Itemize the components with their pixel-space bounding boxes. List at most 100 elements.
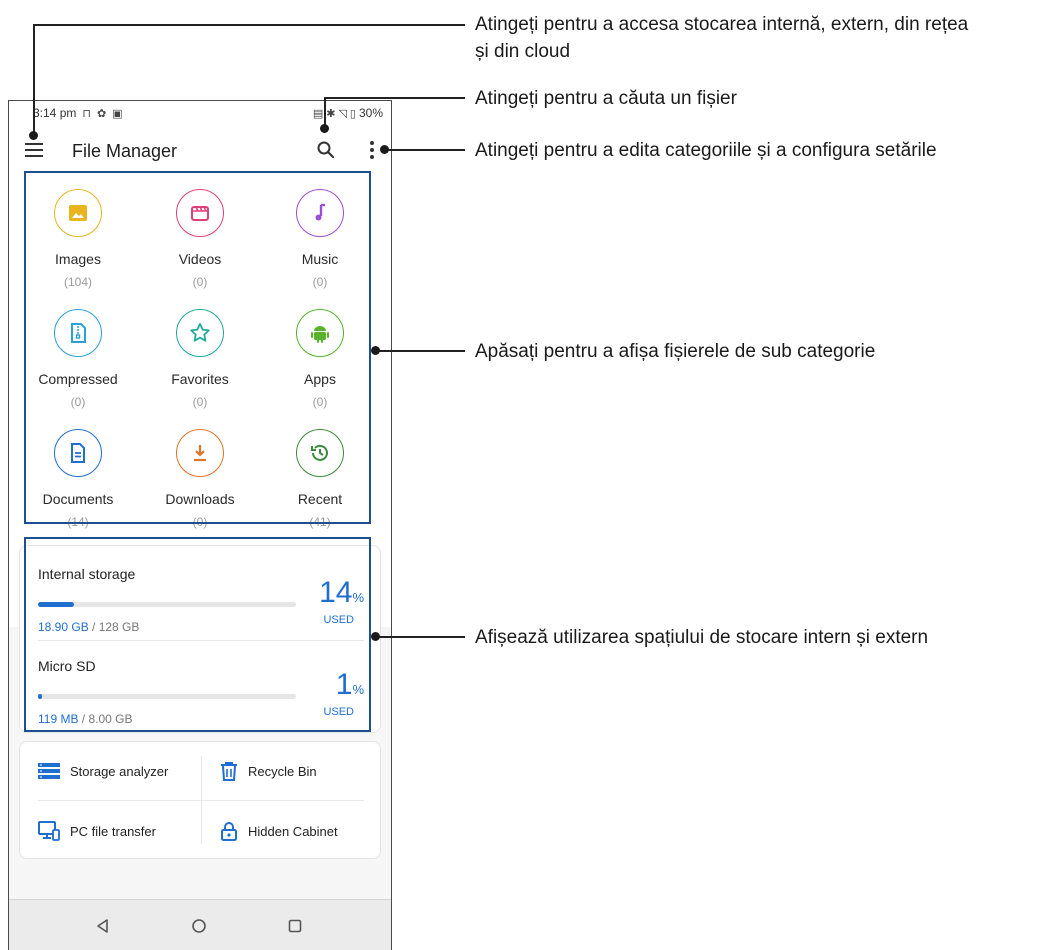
category-name: Documents bbox=[42, 491, 114, 507]
app-bar: File Manager bbox=[9, 125, 391, 177]
search-button[interactable] bbox=[315, 139, 337, 161]
image-notification-icon: ▣ bbox=[112, 107, 123, 120]
category-name: Downloads bbox=[165, 491, 235, 507]
pc-file-transfer-button[interactable]: PC file transfer bbox=[38, 802, 156, 860]
lock-icon bbox=[221, 822, 237, 841]
callout-line bbox=[324, 97, 465, 99]
category-count: (0) bbox=[70, 395, 86, 409]
status-bar: 3:14 pm ⊓ ✿ ▣ ▤ ✱ ◹ ▯ 30% bbox=[9, 101, 391, 125]
document-icon bbox=[54, 429, 102, 477]
recents-button[interactable] bbox=[285, 916, 305, 936]
storage-analyzer-icon bbox=[38, 763, 60, 779]
micro-sd-row[interactable]: Micro SD 119 MB / 8.00 GB 1% USED bbox=[20, 638, 382, 728]
storage-usage-text: 18.90 GB / 128 GB bbox=[38, 620, 140, 634]
category-name: Recent bbox=[297, 491, 343, 507]
history-icon bbox=[296, 429, 344, 477]
keyboard-icon: ▤ bbox=[312, 107, 324, 120]
tool-label: Storage analyzer bbox=[70, 763, 169, 779]
battery-percent: 30% bbox=[358, 106, 383, 120]
battery-icon: ▯ bbox=[349, 107, 356, 120]
storage-used-label: USED bbox=[323, 706, 354, 718]
app-title: File Manager bbox=[72, 141, 178, 161]
category-videos[interactable]: Videos (0) bbox=[145, 185, 255, 303]
image-icon bbox=[54, 189, 102, 237]
callout-usage: Afișează utilizarea spațiului de stocare… bbox=[475, 627, 929, 648]
storage-progress-bar bbox=[38, 694, 296, 699]
category-name: Music bbox=[301, 251, 339, 267]
callout-subcategory: Apăsați pentru a afișa fișierele de sub … bbox=[475, 341, 876, 362]
storage-name: Micro SD bbox=[38, 658, 96, 674]
tool-label: Hidden Cabinet bbox=[248, 823, 338, 839]
category-favorites[interactable]: Favorites (0) bbox=[145, 305, 255, 423]
storage-usage-text: 119 MB / 8.00 GB bbox=[38, 712, 133, 726]
callout-storage-locations: Atingeți pentru a accesa stocarea intern… bbox=[475, 14, 969, 62]
callout-search: Atingeți pentru a căuta un fișier bbox=[475, 88, 737, 109]
menu-button[interactable] bbox=[25, 143, 43, 157]
storage-progress-bar bbox=[38, 602, 296, 607]
callout-line bbox=[33, 24, 465, 26]
category-count: (14) bbox=[67, 515, 89, 529]
category-recent[interactable]: Recent (41) bbox=[265, 425, 375, 543]
storage-used-label: USED bbox=[323, 614, 354, 626]
music-icon bbox=[296, 189, 344, 237]
callout-line bbox=[376, 636, 465, 638]
storage-progress-fill bbox=[38, 602, 75, 607]
category-compressed[interactable]: Compressed (0) bbox=[23, 305, 133, 423]
navigation-bar bbox=[9, 899, 391, 950]
category-downloads[interactable]: Downloads (0) bbox=[145, 425, 255, 543]
storage-progress-fill bbox=[38, 694, 42, 699]
recents-icon bbox=[288, 919, 302, 933]
status-time: 3:14 pm bbox=[33, 106, 77, 120]
video-icon bbox=[176, 189, 224, 237]
home-button[interactable] bbox=[189, 916, 209, 936]
category-count: (0) bbox=[192, 395, 208, 409]
category-count: (0) bbox=[192, 275, 208, 289]
storage-percent: 1% bbox=[335, 668, 364, 701]
callout-dot bbox=[380, 145, 389, 154]
callout-dot bbox=[29, 131, 38, 140]
category-music[interactable]: Music (0) bbox=[265, 185, 375, 303]
callout-dot bbox=[320, 124, 329, 133]
tool-label: PC file transfer bbox=[70, 823, 156, 839]
android-icon bbox=[296, 309, 344, 357]
star-icon bbox=[176, 309, 224, 357]
search-icon bbox=[317, 141, 335, 159]
category-images[interactable]: Images (104) bbox=[23, 185, 133, 303]
home-icon bbox=[192, 919, 206, 933]
category-name: Videos bbox=[178, 251, 222, 267]
divider bbox=[201, 756, 202, 844]
category-count: (0) bbox=[192, 515, 208, 529]
tool-label: Recycle Bin bbox=[248, 763, 317, 779]
settings-notification-icon: ✿ bbox=[96, 107, 107, 120]
back-button[interactable] bbox=[93, 916, 113, 936]
recycle-bin-icon bbox=[221, 762, 237, 781]
category-documents[interactable]: Documents (14) bbox=[23, 425, 133, 543]
category-name: Favorites bbox=[171, 371, 229, 387]
hidden-cabinet-button[interactable]: Hidden Cabinet bbox=[220, 802, 338, 860]
pc-transfer-icon bbox=[38, 821, 60, 841]
zip-icon bbox=[54, 309, 102, 357]
category-name: Apps bbox=[304, 371, 336, 387]
internal-storage-row[interactable]: Internal storage 18.90 GB / 128 GB 14% U… bbox=[20, 546, 382, 636]
category-count: (0) bbox=[312, 395, 328, 409]
callout-dot bbox=[371, 632, 380, 641]
notification-icon: ⊓ bbox=[82, 107, 91, 120]
category-count: (0) bbox=[312, 275, 328, 289]
category-name: Compressed bbox=[38, 371, 118, 387]
category-apps[interactable]: Apps (0) bbox=[265, 305, 375, 423]
storage-card: Internal storage 18.90 GB / 128 GB 14% U… bbox=[19, 545, 381, 733]
callout-line bbox=[33, 24, 35, 136]
category-count: (104) bbox=[63, 275, 92, 289]
callout-line bbox=[384, 149, 465, 151]
callout-line bbox=[376, 350, 465, 352]
tools-card: Storage analyzer Recycle Bin PC file tra… bbox=[19, 741, 381, 859]
category-name: Images bbox=[55, 251, 101, 267]
download-icon bbox=[176, 429, 224, 477]
callout-settings: Atingeți pentru a edita categoriile și a… bbox=[475, 140, 937, 161]
category-count: (41) bbox=[309, 515, 331, 529]
storage-analyzer-button[interactable]: Storage analyzer bbox=[38, 742, 168, 800]
bluetooth-icon: ✱ bbox=[326, 107, 336, 120]
recycle-bin-button[interactable]: Recycle Bin bbox=[220, 742, 317, 800]
no-sim-icon: ◹ bbox=[338, 107, 347, 120]
storage-percent: 14% bbox=[319, 576, 364, 609]
